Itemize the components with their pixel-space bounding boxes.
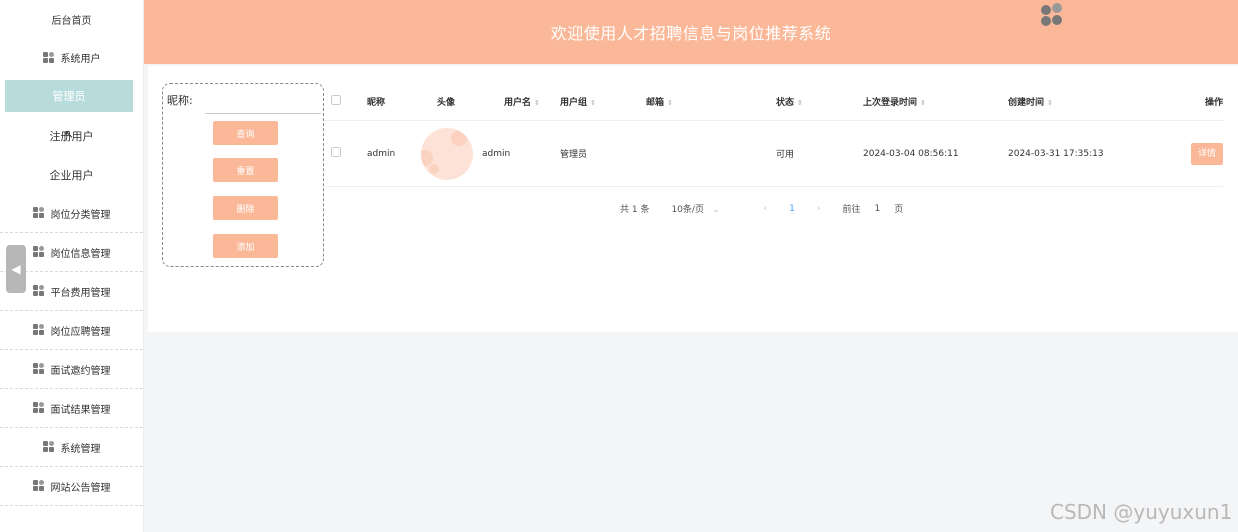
select-all-checkbox[interactable] (331, 95, 341, 105)
sort-icon[interactable]: ⇕ (667, 99, 673, 107)
page-title: 欢迎使用人才招聘信息与岗位推荐系统 (550, 24, 832, 43)
row-checkbox[interactable] (331, 147, 341, 157)
add-button[interactable]: 添加 (213, 234, 278, 258)
page-number-current[interactable]: 1 (789, 204, 795, 214)
watermark-text: CSDN @yuyuxun1 (1050, 500, 1233, 524)
sidebar-item-interview-invites[interactable]: 面试邀约管理 (0, 350, 143, 389)
sidebar-item-label: 岗位分类管理 (50, 209, 111, 221)
sidebar-item-label: 系统用户 (60, 54, 101, 65)
cell-group: 管理员 (560, 150, 588, 160)
search-form: 昵称: 查询 重置 删除 添加 (162, 83, 324, 267)
sidebar-item-system-users[interactable]: 系统用户 (0, 38, 143, 77)
chevron-left-icon: ◀ (11, 262, 21, 276)
column-header-status[interactable]: 状态 (776, 98, 794, 108)
menu-icon (32, 402, 45, 414)
sidebar-item-label: 网站公告管理 (50, 482, 111, 494)
page-unit-label: 页 (894, 205, 904, 215)
sidebar-collapse-button[interactable]: ◀ (6, 245, 26, 293)
reset-button[interactable]: 重置 (213, 158, 278, 182)
column-header-actions: 操作 (1204, 98, 1223, 108)
column-header-last-login[interactable]: 上次登录时间 (863, 98, 917, 108)
column-header-created[interactable]: 创建时间 (1008, 98, 1044, 108)
table-header: 昵称 头像 用户名 ⇕ 用户组 ⇕ 邮箱 ⇕ 状态 ⇕ 上次登录时间 ⇕ 创建时间 ⇕ 操作 (325, 83, 1223, 121)
column-header-nickname: 昵称 (367, 98, 386, 108)
column-header-username[interactable]: 用户名 (504, 98, 531, 108)
nickname-search-input[interactable] (205, 92, 321, 114)
sidebar-item-label: 面试邀约管理 (50, 365, 111, 377)
next-page-icon[interactable]: › (817, 204, 821, 214)
prev-page-icon[interactable]: ‹ (764, 204, 768, 214)
sidebar-subitem-admin[interactable]: 管理员 (5, 80, 133, 112)
sidebar-item-system-management[interactable]: 系统管理 (0, 428, 143, 467)
sidebar-item-label: 岗位应聘管理 (50, 326, 111, 338)
cell-nickname: admin (367, 148, 396, 159)
cell-created: 2024-03-31 17:35:13 (1008, 148, 1104, 159)
cell-status: 可用 (776, 150, 795, 160)
menu-icon (32, 285, 45, 297)
avatar (421, 127, 473, 180)
menu-icon (42, 441, 55, 453)
sidebar-item-job-applications[interactable]: 岗位应聘管理 (0, 311, 143, 350)
column-header-group[interactable]: 用户组 (560, 98, 587, 108)
search-button[interactable]: 查询 (213, 121, 278, 145)
sidebar-item-label: 面试结果管理 (50, 404, 111, 416)
users-table: 昵称 头像 用户名 ⇕ 用户组 ⇕ 邮箱 ⇕ 状态 ⇕ 上次登录时间 ⇕ 创建时间 ⇕ 操作… (325, 83, 1223, 187)
user-avatar-icon[interactable] (1041, 3, 1063, 27)
sort-icon[interactable]: ⇕ (1047, 99, 1053, 107)
sidebar-item-interview-results[interactable]: 面试结果管理 (0, 389, 143, 428)
detail-button[interactable]: 详情 (1191, 142, 1223, 165)
menu-icon (32, 324, 45, 336)
page-size-value: 10条/页 (671, 205, 704, 215)
cell-last-login: 2024-03-04 08:56:11 (863, 148, 959, 159)
sort-icon[interactable]: ⇕ (797, 99, 803, 107)
sidebar-subitem-enterprise-users[interactable]: 企业用户 (0, 155, 143, 194)
sidebar-item-site-announcements[interactable]: 网站公告管理 (0, 467, 143, 506)
sort-icon[interactable]: ⇕ (920, 99, 926, 107)
menu-icon (32, 246, 45, 258)
menu-icon (42, 51, 55, 64)
pagination: 共 1 条 10条/页 ⌄ ‹ 1 › 前往 1 页 (620, 202, 925, 216)
column-header-email[interactable]: 邮箱 (646, 98, 664, 108)
column-header-avatar: 头像 (437, 98, 456, 108)
sort-icon[interactable]: ⇕ (534, 99, 540, 107)
sidebar-home-link[interactable]: 后台首页 (0, 0, 143, 38)
pagination-total: 共 1 条 (620, 205, 650, 215)
sort-icon[interactable]: ⇕ (590, 99, 596, 107)
mouse-cursor-icon: ↖ (64, 127, 75, 141)
cell-username: admin (482, 148, 511, 159)
sidebar-item-label: 岗位信息管理 (50, 248, 111, 260)
sidebar-item-label: 系统管理 (60, 443, 101, 455)
sidebar-item-job-category[interactable]: 岗位分类管理 (0, 194, 143, 233)
goto-page-input[interactable]: 1 (874, 204, 880, 214)
menu-icon (32, 363, 45, 375)
nickname-label: 昵称: (167, 94, 193, 107)
table-row: admin admin 管理员 可用 2024-03-04 08:56:11 2… (325, 121, 1223, 187)
goto-label: 前往 (842, 205, 861, 215)
sidebar-item-label: 平台费用管理 (50, 287, 111, 299)
chevron-down-icon: ⌄ (711, 205, 720, 215)
page-size-select[interactable]: 10条/页 ⌄ (671, 202, 741, 215)
menu-icon (32, 480, 45, 492)
menu-icon (32, 207, 45, 219)
delete-button[interactable]: 删除 (213, 196, 278, 220)
top-header: 欢迎使用人才招聘信息与岗位推荐系统 (144, 0, 1238, 64)
